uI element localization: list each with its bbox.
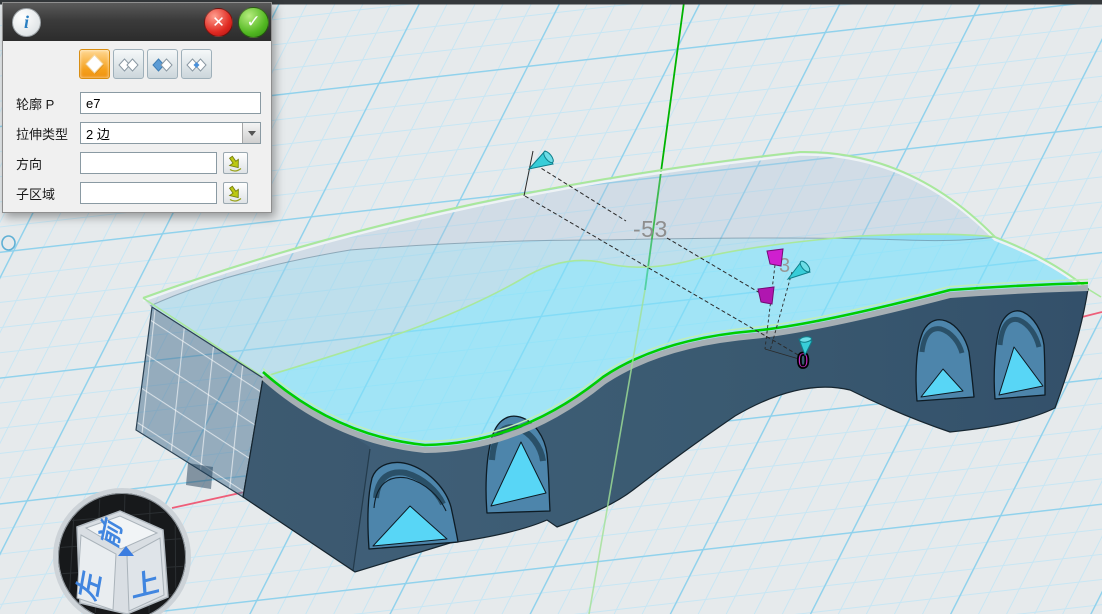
diamond-solid-icon	[82, 52, 107, 77]
extrude-type-select[interactable]: 2 边	[80, 122, 261, 144]
extrude-type-button-1[interactable]	[79, 49, 110, 79]
profile-row: 轮廓 P	[16, 92, 263, 114]
info-icon: i	[12, 8, 41, 37]
dialog-title-bar: i ✕ ✓	[3, 3, 271, 41]
drag-handle	[767, 249, 783, 266]
subregion-pick-button[interactable]	[223, 182, 248, 204]
direction-pick-button[interactable]	[223, 152, 248, 174]
extrude-type-button-4[interactable]	[181, 49, 212, 79]
direction-label: 方向	[16, 154, 80, 173]
extrude-type-button-3[interactable]	[147, 49, 178, 79]
extrude-distance-label[interactable]: -53	[633, 216, 668, 242]
drag-handle	[758, 287, 774, 304]
view-cube[interactable]: 前 左 上	[54, 491, 190, 614]
extrude-type-value: 2 边	[86, 124, 110, 143]
confirm-button[interactable]: ✓	[238, 7, 269, 38]
extrude-type-label: 拉伸类型	[16, 124, 80, 143]
origin-distance-label[interactable]: 0	[797, 348, 809, 373]
extrude-type-toolbar	[3, 41, 271, 85]
chevron-down-icon[interactable]	[242, 123, 260, 143]
diamond-mid-blue-icon	[184, 52, 209, 77]
extrude-type-button-2[interactable]	[113, 49, 144, 79]
subregion-label: 子区域	[16, 184, 80, 203]
cad-main-window: -53 3 0 前 左 上 i	[0, 0, 1102, 614]
left-face-notch	[186, 463, 213, 489]
profile-input[interactable]	[80, 92, 261, 114]
profile-label: 轮廓 P	[16, 94, 80, 113]
direction-row: 方向	[16, 152, 263, 174]
direction-input[interactable]	[80, 152, 217, 174]
pick-arrow-icon	[226, 185, 245, 202]
subregion-input[interactable]	[80, 182, 217, 204]
extrude-dialog: i ✕ ✓	[2, 2, 272, 213]
subregion-row: 子区域	[16, 182, 263, 204]
diamond-blue-white-icon	[150, 52, 175, 77]
diamond-pair-icon	[116, 52, 141, 77]
extrude-type-row: 拉伸类型 2 边	[16, 122, 263, 144]
pick-arrow-icon	[226, 155, 245, 172]
cancel-button[interactable]: ✕	[204, 8, 233, 37]
